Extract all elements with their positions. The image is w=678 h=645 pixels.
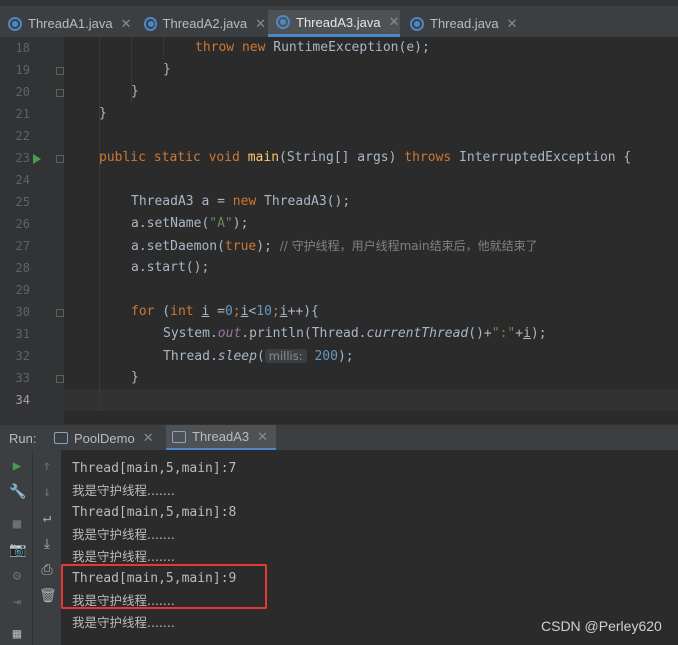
fold-marker[interactable] [56, 375, 64, 383]
editor-tab-bar: ThreadA1.java ✕ ThreadA2.java ✕ ThreadA3… [0, 0, 678, 38]
run-toolbar: ▶ 🔧 ■ 📷 ⚙ ⇥ ▦ [0, 450, 32, 645]
console-line: 我是守护线程....... [72, 615, 175, 630]
console-line: Thread[main,5,main]:7 [72, 461, 237, 476]
tab-threada3[interactable]: ThreadA3.java ✕ [268, 10, 400, 37]
code-line-18: throw new RuntimeException(e); [195, 40, 430, 55]
code-line-23: public static void main(String[] args) t… [99, 150, 632, 165]
run-console[interactable]: ▶ 🔧 ■ 📷 ⚙ ⇥ ▦ ↑ ↓ ↵ ⤓ ⎙ 🗑 Thread[main,5,… [0, 450, 678, 645]
line-number: 22 [15, 129, 30, 143]
code-line-21: } [99, 106, 107, 121]
line-gutter: 18 19 20 21 22 23 24 25 26 27 28 29 30 3… [0, 37, 64, 424]
trash-icon[interactable]: 🗑 [39, 588, 57, 604]
run-gutter-icon[interactable] [33, 154, 41, 164]
java-class-icon [8, 16, 22, 31]
line-number: 32 [15, 349, 30, 363]
line-number: 28 [15, 261, 30, 275]
console-icon [172, 430, 186, 443]
line-number: 23 [15, 151, 30, 165]
tab-thread[interactable]: Thread.java ✕ [402, 10, 522, 37]
code-line-28: a.start(); [131, 260, 210, 275]
run-tab-threada3[interactable]: ThreadA3 ✕ [166, 425, 276, 451]
fold-marker[interactable] [56, 309, 64, 317]
java-class-icon [144, 16, 157, 31]
fold-marker[interactable] [56, 155, 64, 163]
line-number: 29 [15, 283, 30, 297]
console-line: Thread[main,5,main]:8 [72, 505, 237, 520]
code-line-30: for (int i =0;i<10;i++){ [131, 304, 319, 319]
code-line-26: a.setName("A"); [131, 216, 249, 231]
line-number: 33 [15, 371, 30, 385]
tab-label: Thread.java [430, 16, 499, 31]
console-toolbar: ↑ ↓ ↵ ⤓ ⎙ 🗑 [32, 450, 61, 645]
tab-label: ThreadA2.java [162, 16, 248, 31]
stop-icon[interactable]: ■ [9, 516, 25, 532]
close-icon[interactable]: ✕ [143, 430, 154, 446]
tab-label: ThreadA3.java [296, 14, 381, 30]
code-line-27: a.setDaemon(true); // 守护线程，用户线程main结束后，他… [131, 239, 538, 254]
tab-threada2[interactable]: ThreadA2.java ✕ [136, 10, 266, 37]
parameter-hint: millis: [264, 349, 307, 363]
current-line-highlight [64, 389, 678, 411]
fold-marker[interactable] [56, 89, 64, 97]
watermark: CSDN @Perley620 [541, 618, 662, 634]
run-tab-label: ThreadA3 [192, 429, 250, 444]
line-number: 20 [15, 85, 30, 99]
code-line-32: Thread.sleep(millis: 200); [163, 349, 354, 364]
console-line: 我是守护线程....... [72, 527, 175, 542]
indent-guide [99, 37, 100, 411]
highlight-box [61, 564, 267, 609]
arrow-down-icon[interactable]: ↓ [39, 484, 55, 500]
code-line-31: System.out.println(Thread.currentThread(… [163, 326, 547, 341]
arrow-up-icon[interactable]: ↑ [39, 458, 55, 474]
close-icon[interactable]: ✕ [121, 16, 132, 32]
rerun-icon[interactable]: ▶ [9, 458, 25, 474]
run-tool-window-header: Run: PoolDemo ✕ ThreadA3 ✕ [0, 424, 678, 451]
fold-marker[interactable] [56, 67, 64, 75]
code-line-25: ThreadA3 a = new ThreadA3(); [131, 194, 351, 209]
line-number: 31 [15, 327, 30, 341]
close-icon[interactable]: ✕ [507, 16, 518, 32]
run-tab-pooldemo[interactable]: PoolDemo ✕ [48, 425, 162, 451]
indent-guide [163, 37, 164, 59]
line-number: 34 [15, 393, 30, 407]
tab-threada1[interactable]: ThreadA1.java ✕ [0, 10, 135, 37]
tab-label: ThreadA1.java [28, 16, 113, 31]
soft-wrap-icon[interactable]: ↵ [39, 510, 55, 526]
code-line-33: } [131, 370, 139, 385]
close-icon[interactable]: ✕ [257, 429, 268, 445]
line-number: 26 [15, 217, 30, 231]
code-editor[interactable]: 18 19 20 21 22 23 24 25 26 27 28 29 30 3… [0, 37, 678, 424]
code-line-20: } [131, 84, 139, 99]
tab-bar-top-strip [0, 0, 678, 6]
gear-icon[interactable]: ⚙ [9, 568, 25, 584]
line-number: 24 [15, 173, 30, 187]
exit-icon[interactable]: ⇥ [9, 594, 25, 610]
code-line-19: } [163, 62, 171, 77]
console-icon [54, 432, 68, 444]
line-number: 21 [15, 107, 30, 121]
print-icon[interactable]: ⎙ [39, 562, 55, 578]
scroll-to-end-icon[interactable]: ⤓ [39, 536, 55, 552]
line-number: 19 [15, 63, 30, 77]
run-label: Run: [9, 431, 37, 446]
close-icon[interactable]: ✕ [389, 14, 400, 30]
camera-icon[interactable]: 📷 [9, 542, 26, 558]
wrench-icon[interactable]: 🔧 [9, 484, 26, 500]
line-number: 30 [15, 305, 30, 319]
console-line: 我是守护线程....... [72, 483, 175, 498]
java-class-icon [410, 16, 424, 31]
layout-icon[interactable]: ▦ [9, 626, 25, 642]
line-number: 18 [15, 41, 30, 55]
java-class-icon [276, 15, 290, 29]
line-number: 25 [15, 195, 30, 209]
close-icon[interactable]: ✕ [255, 16, 266, 32]
line-number: 27 [15, 239, 30, 253]
run-tab-label: PoolDemo [74, 430, 135, 446]
